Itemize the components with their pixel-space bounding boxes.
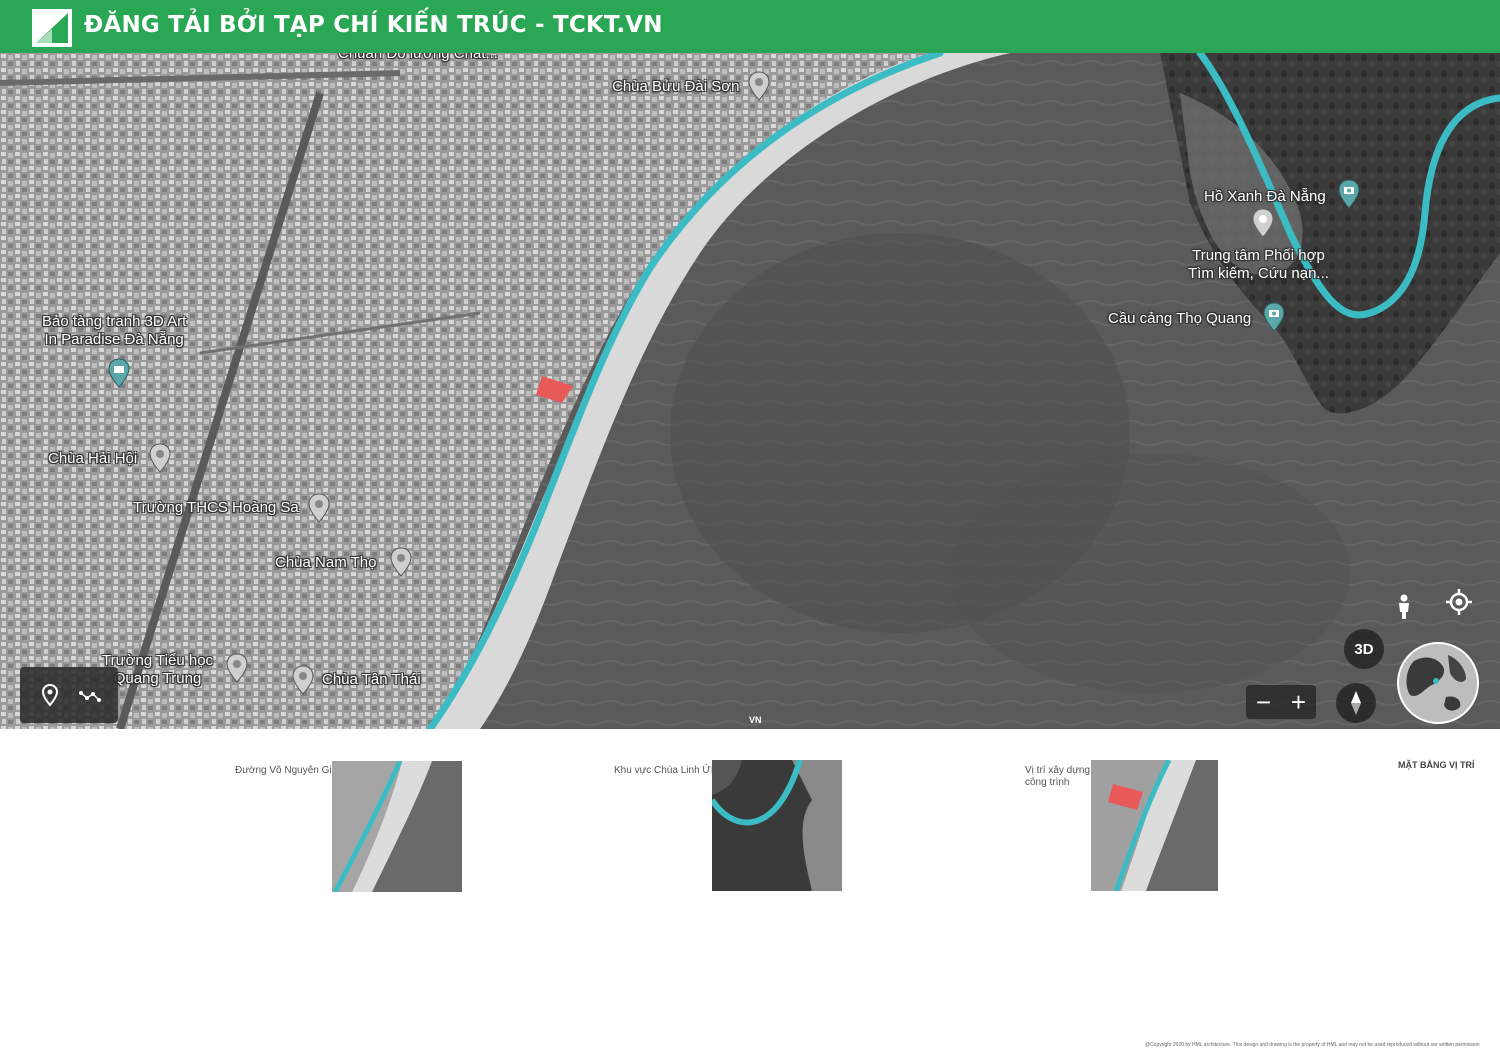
map-tools-panel: [20, 667, 118, 723]
school-pin-icon[interactable]: [308, 493, 330, 523]
route-icon[interactable]: [76, 681, 104, 709]
label-ho-xanh[interactable]: Hồ Xanh Đà Nẵng: [1204, 188, 1326, 206]
temple-pin-icon[interactable]: [292, 665, 314, 695]
temple-pin-icon[interactable]: [748, 71, 770, 101]
globe-icon[interactable]: [1396, 641, 1480, 725]
label-chua-nam-tho[interactable]: Chùa Nam Thọ: [275, 554, 376, 572]
page-title: MẶT BẰNG VỊ TRÍ: [1398, 760, 1475, 770]
label-trung-tam[interactable]: Trung tâm Phối hợp Tìm kiếm, Cứu nạn...: [1188, 247, 1329, 283]
caption-vi-tri-xay-dung: Vị trí xây dựng công trình: [1025, 765, 1091, 788]
map-imagery: [0, 53, 1500, 729]
zoom-out-button[interactable]: −: [1256, 689, 1271, 715]
thumbnail-imagery: [332, 761, 462, 892]
label-chua-hai-hoi[interactable]: Chùa Hải Hội: [48, 450, 137, 468]
caption-chua-linh-ung: Khu vực Chùa Linh Ứng: [614, 765, 723, 776]
caption-vo-nguyen-giap: Đường Võ Nguyên Giáp: [235, 765, 343, 776]
temple-pin-icon[interactable]: [149, 443, 171, 473]
label-bao-tang[interactable]: Bảo tàng tranh 3D Art In Paradise Đà Nẵn…: [42, 313, 186, 349]
copyright-note: @Copyright 2020 by HML architecture. Thi…: [1145, 1042, 1480, 1048]
zoom-in-button[interactable]: +: [1291, 689, 1306, 715]
satellite-map[interactable]: Chuẩn Đo lường Chất... Chùa Bửu Đài Sơn …: [0, 53, 1500, 729]
label-chua-tan-thai[interactable]: Chùa Tân Thái: [322, 671, 421, 689]
three-d-button[interactable]: 3D: [1344, 629, 1384, 669]
thumbnail-chua-linh-ung[interactable]: [712, 760, 842, 891]
thumbnail-imagery: [712, 760, 842, 891]
thumbnail-vo-nguyen-giap[interactable]: [332, 761, 462, 892]
pegman-icon: [1399, 594, 1409, 619]
compass-icon: [1351, 691, 1361, 715]
label-cau-cang[interactable]: Cầu cảng Thọ Quang: [1108, 310, 1251, 328]
place-pin-icon[interactable]: [1252, 208, 1274, 238]
my-location-button[interactable]: [1442, 585, 1476, 619]
tckt-logo-icon: [32, 9, 72, 47]
label-truong-tieu-hoc[interactable]: Trường Tiểu học Quang Trung: [102, 652, 213, 688]
label-top-cut: Chuẩn Đo lường Chất...: [338, 53, 498, 62]
pegman-button[interactable]: [1388, 591, 1420, 623]
my-location-icon: [1446, 589, 1472, 615]
camera-pin-icon[interactable]: [1263, 302, 1285, 332]
museum-pin-icon[interactable]: [108, 358, 130, 388]
header-banner: ĐĂNG TẢI BỞI TẠP CHÍ KIẾN TRÚC - TCKT.VN: [0, 0, 1500, 53]
school-pin-icon[interactable]: [226, 653, 248, 683]
compass-button[interactable]: [1336, 683, 1376, 723]
temple-pin-icon[interactable]: [390, 547, 412, 577]
country-tag: VN: [749, 715, 762, 725]
zoom-controls: − +: [1246, 685, 1316, 719]
camera-pin-icon[interactable]: [1338, 179, 1360, 209]
thumbnail-imagery: [1091, 760, 1218, 891]
label-truong-thcs[interactable]: Trường THCS Hoàng Sa: [133, 499, 299, 517]
label-chua-buu-dai-son[interactable]: Chùa Bửu Đài Sơn: [612, 78, 739, 96]
thumbnail-vi-tri-xay-dung[interactable]: [1091, 760, 1218, 891]
location-pin-icon[interactable]: [36, 681, 64, 709]
banner-title: ĐĂNG TẢI BỞI TẠP CHÍ KIẾN TRÚC - TCKT.VN: [84, 12, 663, 38]
